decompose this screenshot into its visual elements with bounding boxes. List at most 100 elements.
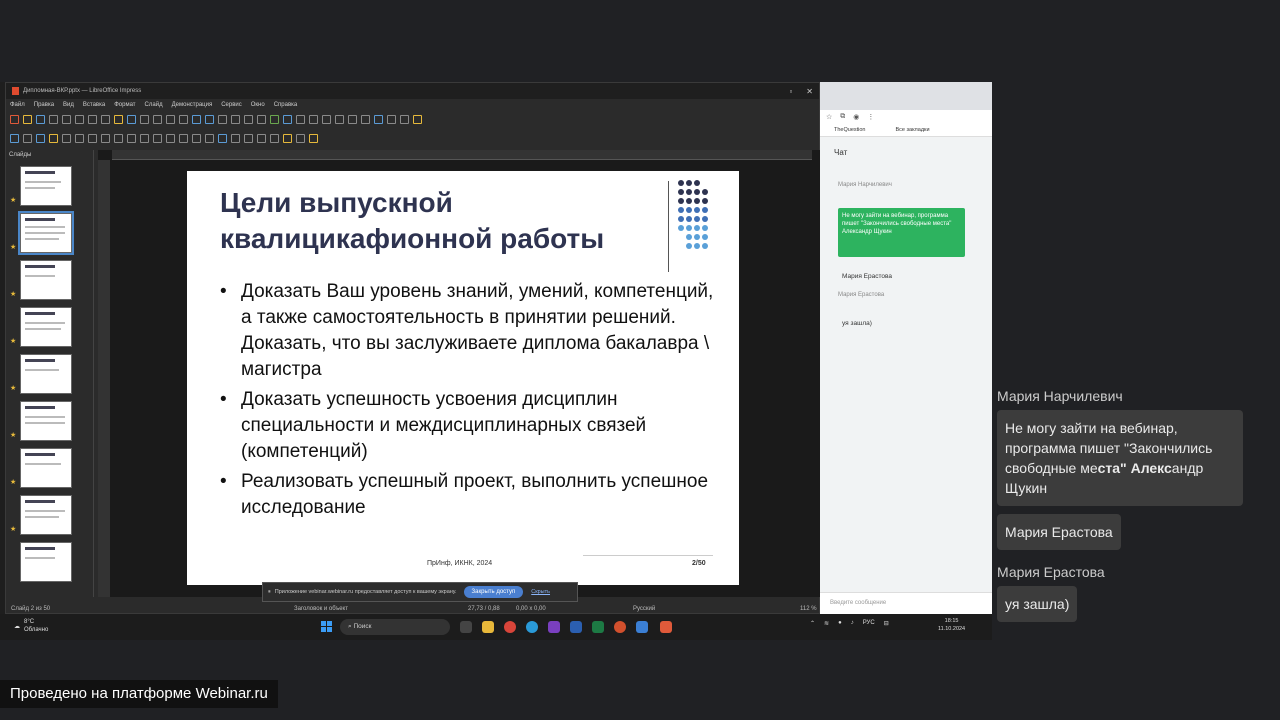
sound-icon[interactable]: ⊟ (884, 620, 889, 627)
list-icon[interactable] (400, 115, 409, 124)
menu-icon[interactable]: ⋮ (867, 113, 874, 121)
shadow-icon[interactable] (270, 134, 279, 143)
image-icon[interactable] (283, 115, 292, 124)
redo-icon[interactable] (140, 115, 149, 124)
copy-icon[interactable] (88, 115, 97, 124)
show-draw-icon[interactable] (374, 115, 383, 124)
slide-icon[interactable] (205, 115, 214, 124)
powerpoint-icon[interactable] (614, 621, 626, 633)
layout-icon[interactable] (257, 115, 266, 124)
slide-thumbnail-8[interactable] (20, 495, 72, 535)
chevron-up-icon[interactable]: ⌃ (810, 620, 815, 627)
volume-icon[interactable]: ♪ (851, 620, 854, 627)
mic-icon[interactable]: ● (838, 620, 842, 627)
slide-thumbnail-7[interactable] (20, 448, 72, 488)
select-icon[interactable] (10, 134, 19, 143)
mini-chat-input[interactable]: Введите сообщение (820, 592, 992, 614)
print-icon[interactable] (62, 115, 71, 124)
curve-icon[interactable] (114, 134, 123, 143)
profile-icon[interactable]: ◉ (853, 113, 859, 121)
paste-icon[interactable] (101, 115, 110, 124)
bookmark-all[interactable]: Все закладки (896, 127, 930, 133)
menu-edit[interactable]: Правка (34, 102, 54, 108)
special-char-icon[interactable] (335, 115, 344, 124)
extensions-icon[interactable]: ⧉ (840, 113, 845, 121)
callouts-icon[interactable] (192, 134, 201, 143)
current-slide[interactable]: Цели выпускной квалицикафионной работы Д… (187, 171, 739, 585)
slide-thumbnail-1[interactable] (20, 166, 72, 206)
duplicate-slide-icon[interactable] (231, 115, 240, 124)
taskbar-search[interactable]: ⌕ Поиск (340, 619, 450, 635)
spellcheck-icon[interactable] (166, 115, 175, 124)
find-icon[interactable] (153, 115, 162, 124)
slide-thumbnail-2[interactable] (18, 211, 74, 255)
rectangle-icon[interactable] (75, 134, 84, 143)
line-icon[interactable] (62, 134, 71, 143)
clone-icon[interactable] (114, 115, 123, 124)
zoom-icon[interactable] (23, 134, 32, 143)
edge-icon[interactable] (526, 621, 538, 633)
close-icon[interactable]: ✕ (806, 87, 813, 96)
network-icon[interactable]: ≋ (824, 620, 829, 627)
symbol-shapes-icon[interactable] (153, 134, 162, 143)
stop-sharing-button[interactable]: Закрыть доступ (463, 586, 524, 598)
status-language[interactable]: Русский (633, 606, 655, 612)
taskview-icon[interactable] (460, 621, 472, 633)
master-icon[interactable] (218, 115, 227, 124)
hyperlink-icon[interactable] (361, 115, 370, 124)
table-icon[interactable] (270, 115, 279, 124)
align-icon[interactable] (387, 115, 396, 124)
slide-thumbnail-4[interactable] (20, 307, 72, 347)
impress-taskbar-icon[interactable] (660, 621, 672, 633)
explorer-icon[interactable] (482, 621, 494, 633)
menu-tools[interactable]: Сервис (221, 102, 242, 108)
stars-icon[interactable] (205, 134, 214, 143)
slide-thumbnail-3[interactable] (20, 260, 72, 300)
start-button[interactable] (321, 621, 332, 632)
delete-slide-icon[interactable] (244, 115, 253, 124)
arrow-icon[interactable] (101, 134, 110, 143)
menu-view[interactable]: Вид (63, 102, 74, 108)
rotate-icon[interactable] (231, 134, 240, 143)
export-icon[interactable] (49, 115, 58, 124)
slide-thumbnail-6[interactable] (20, 401, 72, 441)
slide-bullets[interactable]: Доказать Ваш уровень знаний, умений, ком… (220, 279, 720, 525)
word-icon[interactable] (570, 621, 582, 633)
taskbar-clock[interactable]: 18:15 11.10.2024 (938, 617, 965, 633)
align-objects-icon[interactable] (257, 134, 266, 143)
open-icon[interactable] (23, 115, 32, 124)
3d-objects-icon[interactable] (218, 134, 227, 143)
undo-icon[interactable] (127, 115, 136, 124)
chrome-icon[interactable] (504, 621, 516, 633)
slide-thumbnail-9[interactable] (20, 542, 72, 582)
menu-help[interactable]: Справка (274, 102, 298, 108)
ellipse-icon[interactable] (88, 134, 97, 143)
display-grid-icon[interactable] (179, 115, 188, 124)
menu-slideshow[interactable]: Демонстрация (172, 102, 213, 108)
status-zoom[interactable]: 112 % (800, 606, 817, 612)
textbox-icon[interactable] (322, 115, 331, 124)
menu-insert[interactable]: Вставка (83, 102, 105, 108)
hide-notice-link[interactable]: Скрыть (531, 589, 550, 595)
menu-file[interactable]: Файл (10, 102, 25, 108)
slide-title[interactable]: Цели выпускной квалицикафионной работы (220, 185, 660, 257)
fontwork-icon[interactable] (348, 115, 357, 124)
visual-studio-icon[interactable] (548, 621, 560, 633)
media-icon[interactable] (296, 115, 305, 124)
menu-window[interactable]: Окно (251, 102, 265, 108)
block-arrows-icon[interactable] (166, 134, 175, 143)
slide-thumbnail-5[interactable] (20, 354, 72, 394)
filter-icon[interactable] (296, 134, 305, 143)
weather-widget[interactable]: ☁ 8°C Облачно (14, 618, 48, 634)
cut-icon[interactable] (75, 115, 84, 124)
new-icon[interactable] (10, 115, 19, 124)
view-icon[interactable] (192, 115, 201, 124)
fill-color-icon[interactable] (49, 134, 58, 143)
transform-icon[interactable] (244, 134, 253, 143)
excel-icon[interactable] (592, 621, 604, 633)
calendar-icon[interactable] (636, 621, 648, 633)
connector-icon[interactable] (127, 134, 136, 143)
arrange-icon[interactable] (413, 115, 422, 124)
star-icon[interactable]: ☆ (826, 113, 832, 121)
line-color-icon[interactable] (36, 134, 45, 143)
